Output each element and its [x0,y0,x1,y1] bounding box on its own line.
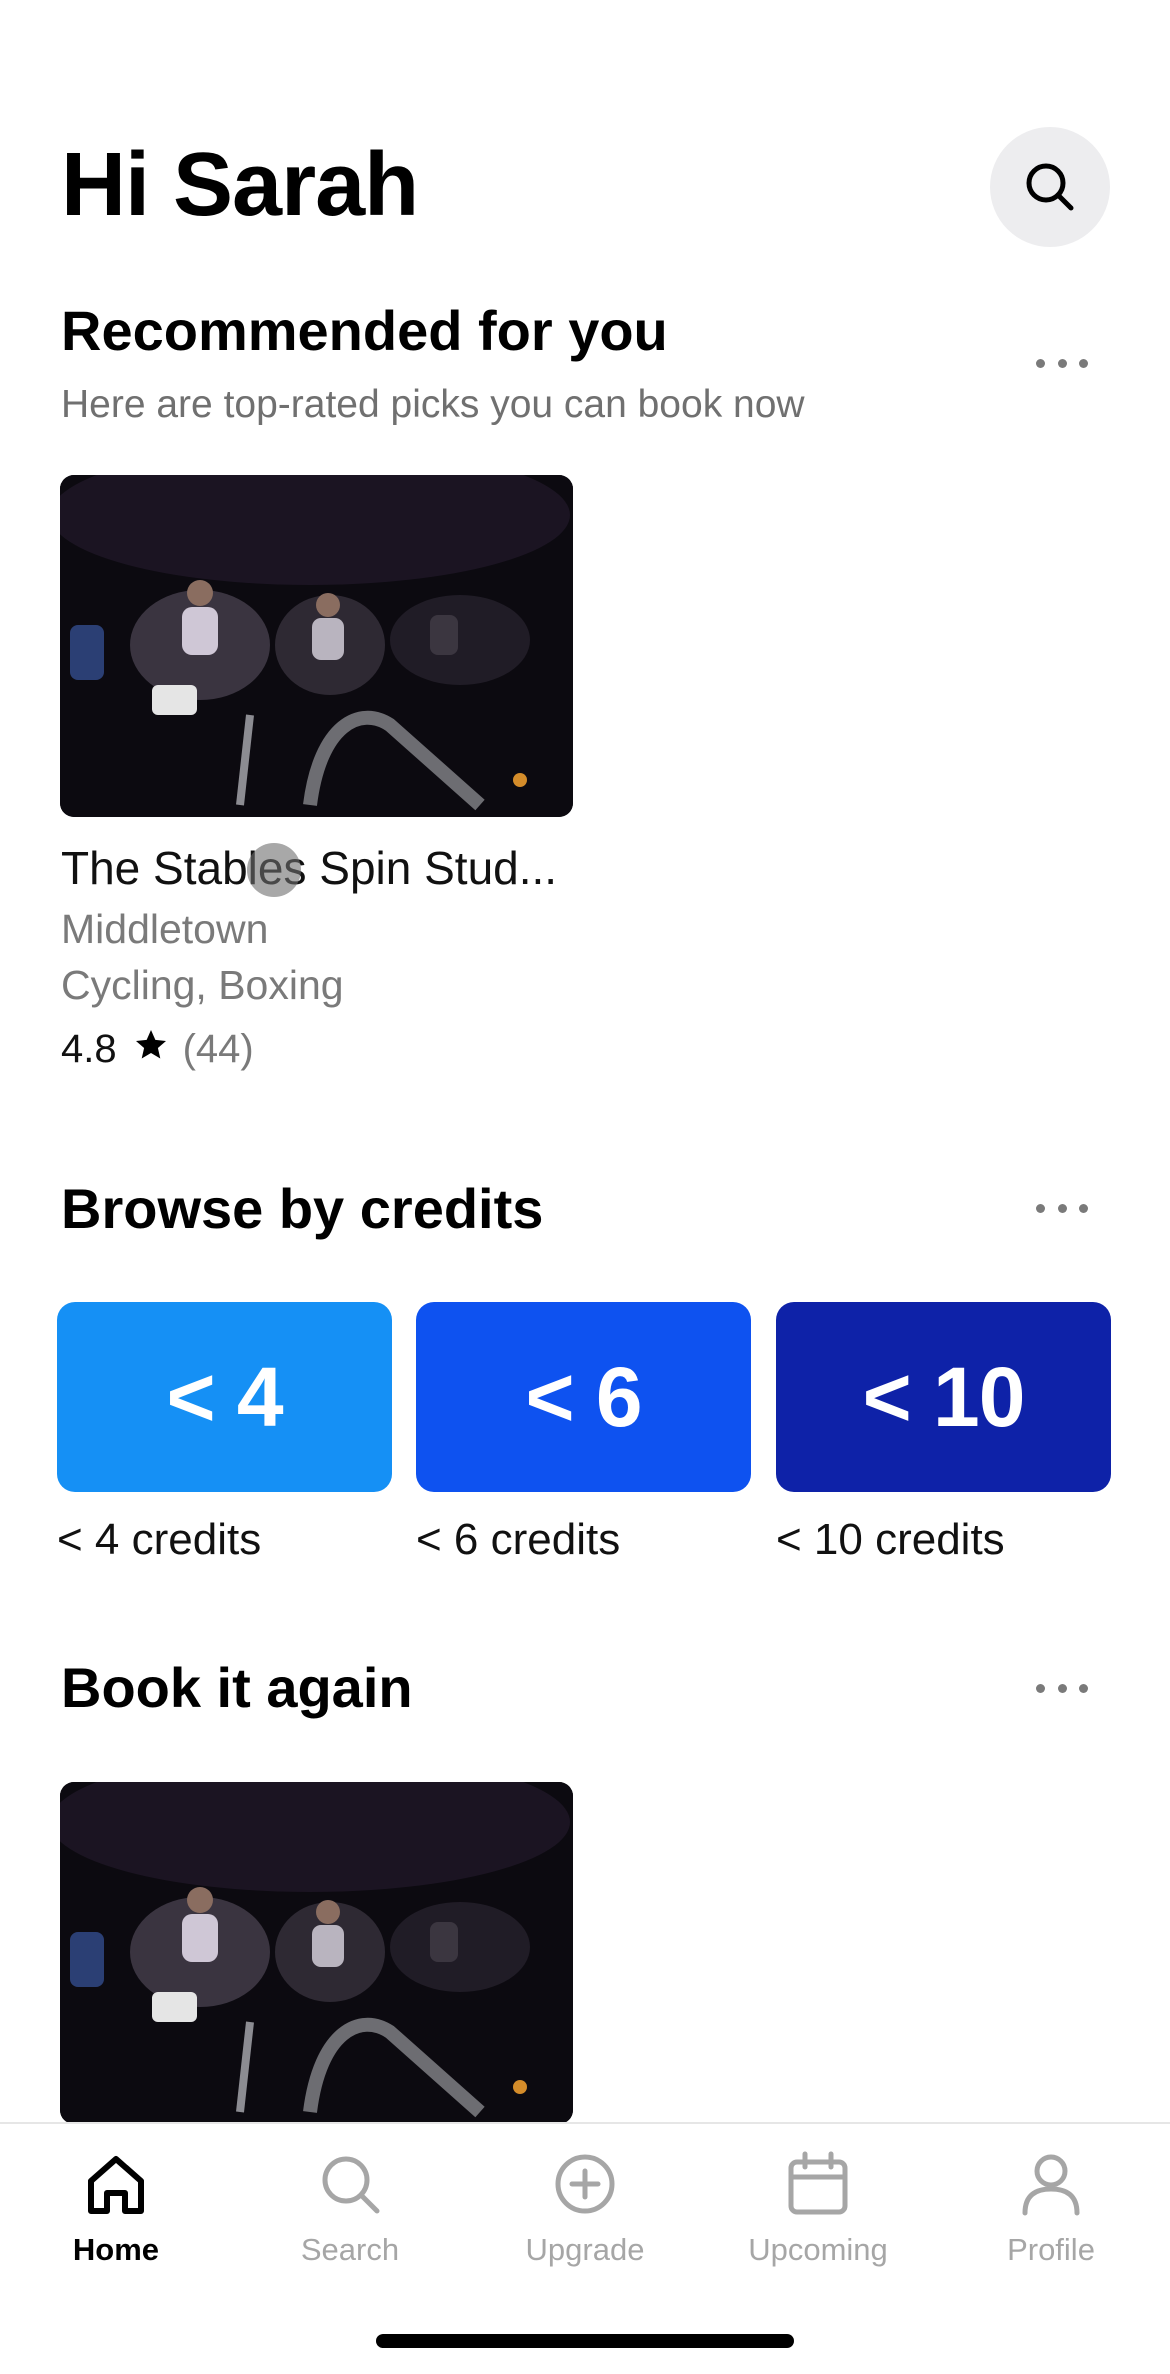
touch-indicator [247,843,301,897]
more-dot [1057,1683,1067,1693]
credits-label-10[interactable]: < 10 credits [776,1518,1005,1562]
plus-circle-icon [555,2154,615,2214]
studio-categories: Cycling, Boxing [61,962,344,1008]
home-indicator[interactable] [376,2334,794,2348]
credits-tile-10[interactable]: < 10 [776,1302,1111,1492]
search-button[interactable] [990,127,1110,247]
more-dot [1079,358,1088,368]
credits-tile-6[interactable]: < 6 [416,1302,751,1492]
rating-value: 4.8 [61,1026,117,1071]
book-again-title: Book it again [61,1656,413,1719]
tab-upcoming[interactable]: Upcoming [718,2146,918,2286]
recommended-subtitle: Here are top-rated picks you can book no… [61,383,805,426]
recommended-title: Recommended for you [61,299,668,362]
more-dot [1079,1203,1088,1213]
home-icon [88,2156,144,2214]
star-icon [133,1027,169,1070]
tab-profile[interactable]: Profile [951,2146,1151,2286]
more-dot [1057,358,1067,368]
recommended-more-button[interactable] [1028,343,1096,383]
tab-upcoming-label: Upcoming [748,2232,888,2267]
calendar-icon [788,2151,848,2215]
book-again-more-button[interactable] [1028,1668,1096,1708]
search-icon [322,2156,380,2214]
studio-location: Middletown [61,906,269,952]
tab-home-label: Home [72,2232,160,2267]
tab-upgrade[interactable]: Upgrade [485,2146,685,2286]
search-icon [1026,163,1074,211]
tab-profile-label: Profile [1007,2232,1095,2267]
more-dot [1036,1203,1045,1213]
page-title: Hi Sarah [61,135,419,235]
tab-home[interactable]: Home [16,2146,216,2286]
studio-rating: 4.8 (44) [61,1027,254,1070]
book-again-photo[interactable] [60,1782,573,2124]
studio-photo[interactable] [60,475,573,817]
browse-credits-title: Browse by credits [61,1177,544,1240]
browse-credits-more-button[interactable] [1028,1188,1096,1228]
studio-name[interactable]: The Stables Spin Stud... [61,845,557,891]
credits-label-4[interactable]: < 4 credits [57,1518,261,1562]
more-dot [1036,358,1045,368]
review-count: (44) [182,1026,254,1071]
credits-label-6[interactable]: < 6 credits [416,1518,620,1562]
more-dot [1036,1683,1045,1693]
more-dot [1057,1203,1067,1213]
credits-tile-4[interactable]: < 4 [57,1302,392,1492]
tab-search-label: Search [300,2232,400,2267]
tab-search[interactable]: Search [250,2146,450,2286]
person-icon [1022,2154,1080,2216]
more-dot [1079,1683,1088,1693]
tab-upgrade-label: Upgrade [525,2232,645,2267]
